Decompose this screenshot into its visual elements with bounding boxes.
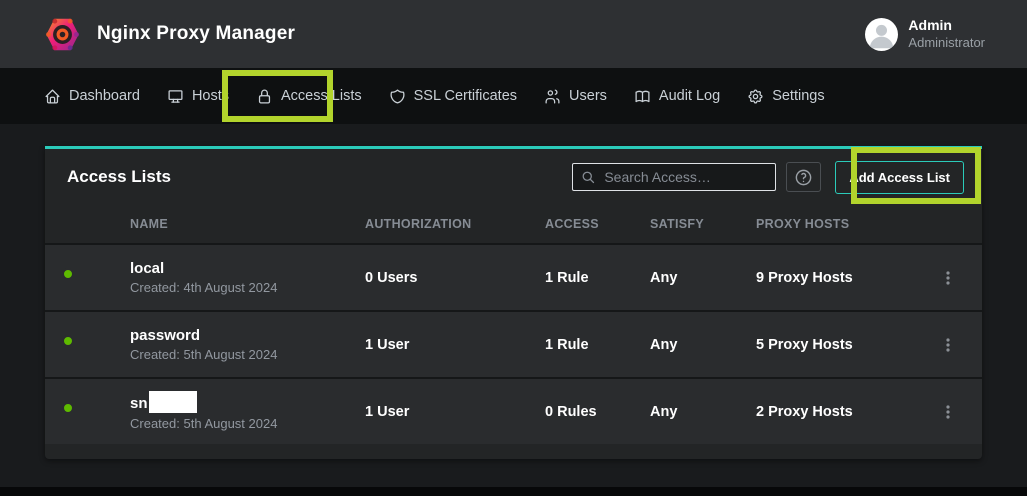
app-title: Nginx Proxy Manager bbox=[97, 23, 295, 45]
kebab-menu-icon bbox=[940, 404, 956, 420]
satisfy-value: Any bbox=[650, 270, 756, 286]
users-icon bbox=[544, 88, 561, 105]
nav-item-dashboard[interactable]: Dashboard bbox=[44, 88, 140, 105]
access-value: 1 Rule bbox=[545, 337, 650, 353]
authorization-value: 1 User bbox=[365, 337, 545, 353]
nginx-proxy-manager-logo-icon bbox=[45, 17, 80, 52]
kebab-menu-icon bbox=[940, 337, 956, 353]
nav-label: Dashboard bbox=[69, 88, 140, 104]
row-menu-button[interactable] bbox=[934, 331, 962, 359]
column-header-access: ACCESS bbox=[545, 217, 650, 231]
table-row: local Created: 4th August 2024 0 Users 1… bbox=[45, 243, 982, 310]
column-header-satisfy: SATISFY bbox=[650, 217, 756, 231]
nav-label: Access Lists bbox=[281, 88, 362, 104]
gear-icon bbox=[747, 88, 764, 105]
help-button[interactable] bbox=[786, 162, 821, 192]
access-list-name: local bbox=[130, 259, 365, 279]
redaction-box bbox=[149, 391, 197, 413]
access-list-created: Created: 5th August 2024 bbox=[130, 415, 365, 433]
panel-header: Access Lists Add Access List bbox=[45, 149, 982, 205]
column-header-proxy-hosts: PROXY HOSTS bbox=[756, 217, 934, 231]
status-online-dot bbox=[62, 335, 74, 347]
nav-item-access-lists[interactable]: Access Lists bbox=[256, 88, 362, 105]
access-lists-panel: Access Lists Add Access List NAME AUTHOR… bbox=[45, 146, 982, 459]
nav-item-audit-log[interactable]: Audit Log bbox=[634, 88, 720, 105]
user-menu[interactable]: Admin Administrator bbox=[865, 17, 985, 51]
nav-item-ssl-certificates[interactable]: SSL Certificates bbox=[389, 88, 517, 105]
search-box[interactable] bbox=[572, 163, 776, 191]
window-bottom-edge bbox=[0, 487, 1027, 496]
satisfy-value: Any bbox=[650, 404, 756, 420]
proxy-hosts-value: 5 Proxy Hosts bbox=[756, 337, 934, 353]
lock-icon bbox=[256, 88, 273, 105]
kebab-menu-icon bbox=[940, 270, 956, 286]
proxy-hosts-value: 9 Proxy Hosts bbox=[756, 270, 934, 286]
book-icon bbox=[634, 88, 651, 105]
access-list-name: password bbox=[130, 326, 365, 346]
nav-item-hosts[interactable]: Hosts bbox=[167, 88, 229, 105]
access-list-created: Created: 5th August 2024 bbox=[130, 346, 365, 364]
access-value: 1 Rule bbox=[545, 270, 650, 286]
top-header-bar: Nginx Proxy Manager Admin Administrator bbox=[0, 0, 1027, 68]
nav-label: Users bbox=[569, 88, 607, 104]
authorization-value: 0 Users bbox=[365, 270, 545, 286]
nav-label: Hosts bbox=[192, 88, 229, 104]
person-icon bbox=[865, 18, 898, 51]
access-list-created: Created: 4th August 2024 bbox=[130, 279, 365, 297]
user-avatar bbox=[865, 18, 898, 51]
satisfy-value: Any bbox=[650, 337, 756, 353]
access-list-name: sn bbox=[130, 395, 148, 412]
search-icon bbox=[581, 170, 596, 185]
add-access-list-button[interactable]: Add Access List bbox=[835, 161, 964, 194]
user-role: Administrator bbox=[908, 35, 985, 51]
proxy-hosts-value: 2 Proxy Hosts bbox=[756, 404, 934, 420]
row-menu-button[interactable] bbox=[934, 398, 962, 426]
table-row: password Created: 5th August 2024 1 User… bbox=[45, 310, 982, 377]
row-menu-button[interactable] bbox=[934, 264, 962, 292]
main-nav: Dashboard Hosts Access Lists SSL Certifi… bbox=[0, 68, 1027, 124]
home-icon bbox=[44, 88, 61, 105]
nav-label: Audit Log bbox=[659, 88, 720, 104]
table-header-row: NAME AUTHORIZATION ACCESS SATISFY PROXY … bbox=[45, 205, 982, 243]
monitor-icon bbox=[167, 88, 184, 105]
nav-item-settings[interactable]: Settings bbox=[747, 88, 824, 105]
nav-label: Settings bbox=[772, 88, 824, 104]
column-header-authorization: AUTHORIZATION bbox=[365, 217, 545, 231]
table-row: sn Created: 5th August 2024 1 User 0 Rul… bbox=[45, 377, 982, 444]
column-header-name: NAME bbox=[130, 217, 365, 231]
status-online-dot bbox=[62, 268, 74, 280]
app-brand[interactable]: Nginx Proxy Manager bbox=[45, 17, 295, 52]
panel-title: Access Lists bbox=[67, 167, 171, 187]
user-name: Admin bbox=[908, 17, 985, 35]
nav-label: SSL Certificates bbox=[414, 88, 517, 104]
authorization-value: 1 User bbox=[365, 404, 545, 420]
access-value: 0 Rules bbox=[545, 404, 650, 420]
search-input[interactable] bbox=[604, 169, 767, 185]
status-online-dot bbox=[62, 402, 74, 414]
shield-icon bbox=[389, 88, 406, 105]
help-circle-icon bbox=[794, 168, 813, 187]
nav-item-users[interactable]: Users bbox=[544, 88, 607, 105]
